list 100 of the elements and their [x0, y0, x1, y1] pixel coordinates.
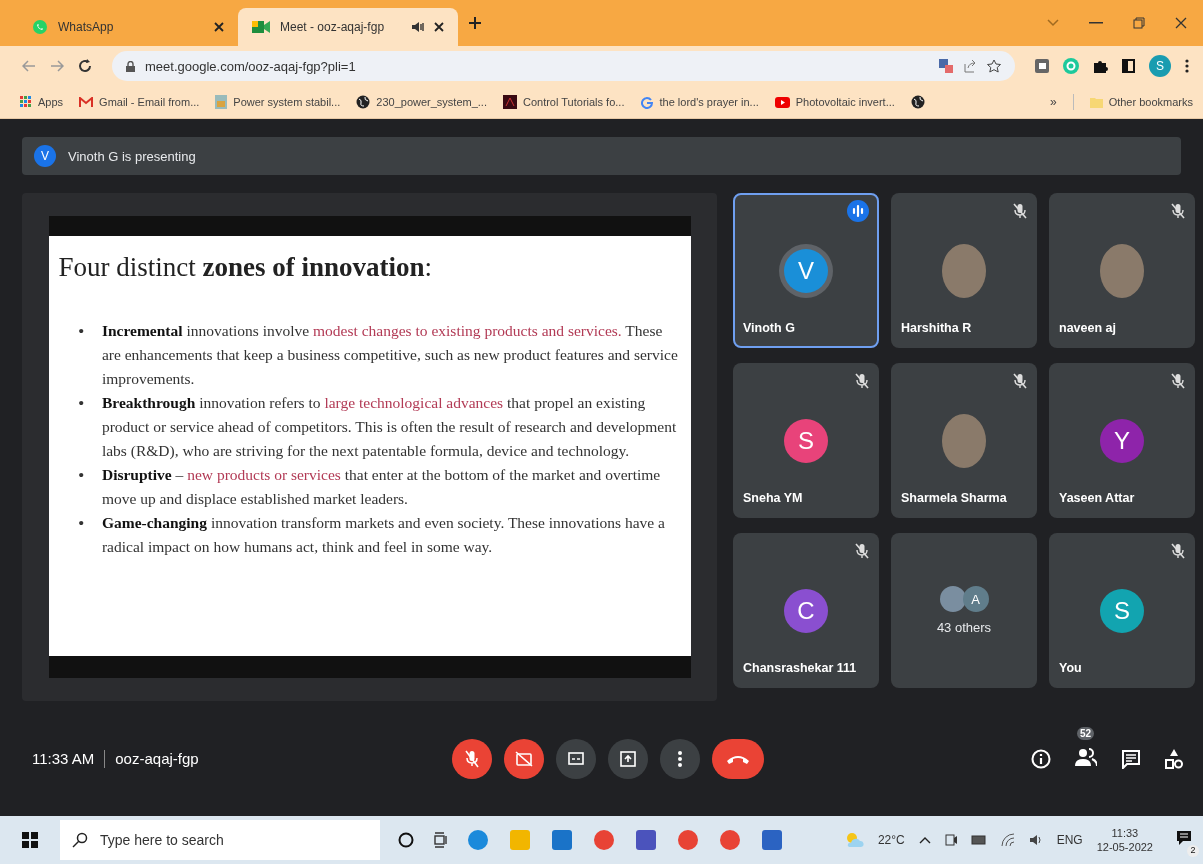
- participant-name: Sneha YM: [743, 491, 803, 505]
- people-icon[interactable]: [1075, 746, 1097, 767]
- circle-icon[interactable]: [398, 832, 414, 848]
- participant-name: Chansrashekar 111: [743, 661, 857, 675]
- info-icon[interactable]: [1031, 748, 1051, 769]
- bullet-marker: •: [78, 513, 84, 533]
- avatar-initial: Y: [1100, 418, 1144, 463]
- more-vertical-icon: [678, 750, 682, 767]
- speaker-icon: [412, 22, 424, 32]
- notification-icon[interactable]: [1175, 829, 1193, 847]
- document-icon: [215, 95, 228, 109]
- bullet-marker: •: [78, 321, 84, 341]
- search-icon: [72, 832, 88, 848]
- user-avatar: V: [34, 145, 56, 167]
- close-icon[interactable]: [214, 22, 224, 32]
- restore-icon[interactable]: [1133, 17, 1145, 29]
- photo-placeholder: [1100, 243, 1144, 298]
- address-bar[interactable]: meet.google.com/ooz-aqaj-fgp?pli=1: [112, 51, 1015, 81]
- more-bookmarks-button[interactable]: »: [1049, 95, 1057, 109]
- more-vertical-icon[interactable]: [1185, 59, 1189, 73]
- browser-tab[interactable]: WhatsApp: [18, 8, 238, 46]
- browser-tab[interactable]: Meet - ooz-aqaj-fgp: [238, 8, 458, 46]
- app-icon[interactable]: [592, 828, 616, 852]
- shapes-icon[interactable]: [1165, 747, 1183, 770]
- translate-icon[interactable]: [939, 59, 953, 73]
- participant-tile[interactable]: S Sneha YM: [733, 363, 879, 518]
- avatar-initial: S: [1100, 588, 1144, 633]
- bookmark[interactable]: 230_power_system_...: [356, 95, 487, 109]
- speaker-icon[interactable]: [1028, 833, 1043, 847]
- bookmark[interactable]: [910, 95, 925, 109]
- bookmark[interactable]: Power system stabil...: [215, 95, 341, 109]
- windows-logo-icon[interactable]: [22, 832, 38, 848]
- lock-icon: [126, 60, 135, 72]
- taskbar-search-field[interactable]: Type here to search: [60, 820, 380, 860]
- meeting-time: 11:33 AM: [32, 750, 95, 767]
- share-icon[interactable]: [963, 59, 977, 73]
- bookmark[interactable]: the lord's prayer in...: [640, 95, 759, 109]
- captions-icon: [568, 752, 584, 765]
- app-icon[interactable]: [634, 828, 658, 852]
- reload-icon[interactable]: [78, 59, 92, 73]
- participant-count-badge: 52: [1077, 726, 1095, 740]
- participant-name: Harshitha R: [901, 321, 972, 335]
- participant-tile[interactable]: V Vinoth G: [733, 193, 879, 348]
- puzzle-icon[interactable]: [1093, 58, 1108, 74]
- close-icon[interactable]: [434, 22, 444, 32]
- audio-level-icon: [847, 200, 869, 222]
- app-icon[interactable]: [466, 828, 490, 852]
- photo-placeholder: [942, 413, 986, 468]
- bullet-paragraph: Disruptive – new products or services that enter at the bottom of the market and overtime move up and displace established market leaders.: [101, 465, 662, 509]
- participant-name: Sharmela Sharma: [901, 491, 1007, 505]
- bookmark[interactable]: Control Tutorials fo...: [502, 95, 625, 109]
- present-button[interactable]: [608, 738, 648, 779]
- extension-icon[interactable]: [1035, 59, 1049, 73]
- mic-off-icon: [465, 749, 479, 768]
- bookmark[interactable]: Photovoltaic invert...: [774, 96, 895, 108]
- app-icon[interactable]: [760, 828, 784, 852]
- participant-name: Yaseen Attar: [1059, 491, 1135, 505]
- app-icon[interactable]: [676, 828, 700, 852]
- battery-icon[interactable]: [970, 835, 987, 845]
- bookmark[interactable]: Apps: [20, 96, 64, 108]
- participant-name: You: [1059, 661, 1082, 675]
- participant-tile[interactable]: Sharmela Sharma: [891, 363, 1037, 518]
- participant-tile[interactable]: A 43 others: [891, 533, 1037, 688]
- participant-tile[interactable]: Harshitha R: [891, 193, 1037, 348]
- avatar-initial: C: [784, 588, 828, 633]
- camera-off-icon: [515, 750, 533, 767]
- microphone-button[interactable]: [452, 738, 492, 779]
- camera-icon: [252, 20, 270, 34]
- chat-icon[interactable]: [1121, 748, 1141, 769]
- bullet-paragraph: Breakthrough innovation refers to large technological advances that propel an existing product or service ahead of competitors. This is often the result of research and development labs (R&D), who are striving for the next patentable formula, device and technology.: [101, 393, 678, 461]
- participant-tile[interactable]: naveen aj: [1049, 193, 1195, 348]
- app-icon[interactable]: [718, 828, 742, 852]
- chat-bubble-icon: [32, 19, 48, 35]
- end-call-button[interactable]: [712, 738, 764, 779]
- minimize-icon[interactable]: [1089, 22, 1103, 24]
- others-count: 43 others: [936, 620, 992, 635]
- language-indicator[interactable]: ENG: [1056, 833, 1083, 847]
- new-tab-icon[interactable]: [468, 16, 482, 30]
- globe-icon: [910, 95, 925, 109]
- participant-tile[interactable]: Y Yaseen Attar: [1049, 363, 1195, 518]
- side-panel-icon[interactable]: [1122, 59, 1135, 73]
- bookmark-folder[interactable]: Other bookmarks: [1089, 96, 1193, 108]
- participant-tile[interactable]: C Chansrashekar 111: [733, 533, 879, 688]
- camera-icon[interactable]: [944, 833, 957, 847]
- more-options-button[interactable]: [660, 738, 700, 779]
- wifi-icon[interactable]: [1000, 833, 1015, 847]
- envelope-icon: [79, 96, 94, 108]
- camera-button[interactable]: [504, 738, 544, 779]
- folder-icon: [1089, 96, 1103, 108]
- star-icon[interactable]: [987, 59, 1001, 73]
- captions-button[interactable]: [556, 738, 596, 779]
- app-icon[interactable]: [550, 828, 574, 852]
- close-icon[interactable]: [1175, 17, 1187, 29]
- participant-tile[interactable]: S You: [1049, 533, 1195, 688]
- bookmark[interactable]: Gmail - Email from...: [79, 96, 200, 108]
- tab-title: WhatsApp: [58, 20, 115, 34]
- bullet-paragraph: Incremental innovations involve modest changes to existing products and services. These are enhancements that keep a business competitive, such as new product features and service improvements.: [101, 321, 679, 389]
- chevron-up-icon[interactable]: [918, 836, 931, 844]
- task-view-icon[interactable]: [432, 832, 448, 848]
- bullet-paragraph: Game-changing innovation transform markets and even society. These innovations have a radical impact on how humans act, think and feel in some way.: [101, 513, 666, 557]
